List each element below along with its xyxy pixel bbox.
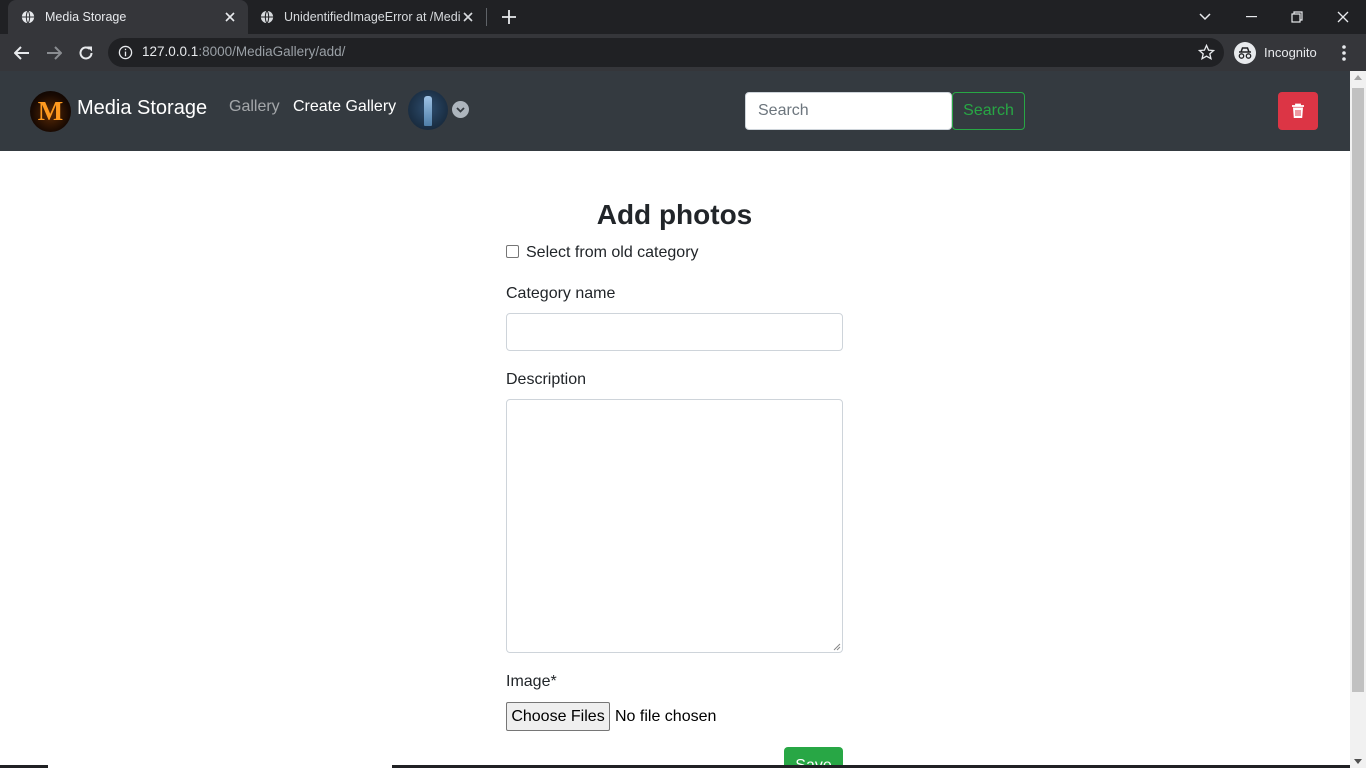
tab-title: UnidentifiedImageError at /MediaGallery/…: [284, 10, 460, 24]
close-icon[interactable]: [460, 9, 476, 25]
nav-link-gallery[interactable]: Gallery: [229, 98, 280, 116]
scroll-down-icon[interactable]: [1354, 759, 1362, 764]
chevron-down-icon[interactable]: [452, 101, 469, 118]
category-name-input[interactable]: [506, 313, 843, 351]
trash-icon: [1292, 103, 1304, 118]
plus-icon[interactable]: [500, 8, 518, 26]
incognito-indicator[interactable]: Incognito: [1234, 40, 1317, 65]
incognito-label: Incognito: [1264, 45, 1317, 60]
browser-toolbar: 127.0.0.1:8000/MediaGallery/add/ Incogni…: [0, 34, 1366, 71]
url-path: :8000/MediaGallery/add/: [198, 44, 346, 59]
info-icon[interactable]: [118, 45, 133, 60]
incognito-icon: [1234, 41, 1256, 64]
forward-icon[interactable]: [43, 42, 65, 64]
delete-button[interactable]: [1278, 92, 1318, 130]
file-status: No file chosen: [615, 708, 717, 725]
reload-icon[interactable]: [75, 42, 97, 64]
globe-icon: [21, 10, 35, 24]
page-title: Add photos: [596, 199, 753, 230]
restore-icon[interactable]: [1274, 0, 1320, 34]
url-text: 127.0.0.1:8000/MediaGallery/add/: [142, 44, 345, 59]
kebab-menu-icon[interactable]: [1336, 43, 1352, 63]
search-button[interactable]: Search: [952, 92, 1025, 130]
tab-error[interactable]: UnidentifiedImageError at /MediaGallery/…: [248, 0, 486, 34]
page-scrollbar[interactable]: [1350, 71, 1366, 768]
star-icon[interactable]: [1198, 44, 1215, 61]
globe-icon: [260, 10, 274, 24]
nav-link-create-gallery[interactable]: Create Gallery: [293, 98, 396, 116]
resize-grip-icon[interactable]: [832, 642, 841, 651]
url-host: 127.0.0.1: [142, 44, 199, 59]
tab-search-chevron-icon[interactable]: [1182, 0, 1228, 34]
back-icon[interactable]: [11, 42, 33, 64]
image-label: Image*: [506, 673, 557, 690]
web-page: M Media Storage Gallery Create Gallery S…: [0, 71, 1350, 768]
site-navbar: M Media Storage Gallery Create Gallery S…: [0, 71, 1350, 151]
scrollbar-thumb[interactable]: [1352, 88, 1364, 692]
category-name-label: Category name: [506, 285, 616, 302]
tab-title: Media Storage: [45, 10, 127, 24]
site-logo[interactable]: M: [30, 91, 71, 132]
avatar-figure: [424, 96, 432, 126]
tab-media-storage[interactable]: Media Storage: [8, 0, 248, 34]
browser-tab-strip: Media Storage UnidentifiedImageError at …: [0, 0, 1366, 34]
close-icon[interactable]: [222, 9, 238, 25]
description-label: Description: [506, 371, 587, 388]
old-category-label[interactable]: Select from old category: [526, 244, 699, 262]
logo-letter: M: [37, 96, 64, 126]
description-textarea[interactable]: [506, 399, 843, 653]
window-close-icon[interactable]: [1320, 0, 1366, 34]
address-bar[interactable]: 127.0.0.1:8000/MediaGallery/add/: [108, 38, 1224, 67]
old-category-checkbox[interactable]: [506, 245, 519, 258]
site-brand[interactable]: Media Storage: [77, 97, 207, 120]
tab-separator: [486, 8, 487, 26]
minimize-icon[interactable]: [1228, 0, 1274, 34]
choose-files-button[interactable]: Choose Files: [506, 702, 610, 731]
scroll-up-icon[interactable]: [1354, 75, 1362, 80]
search-input[interactable]: [745, 92, 952, 130]
avatar[interactable]: [408, 90, 448, 130]
